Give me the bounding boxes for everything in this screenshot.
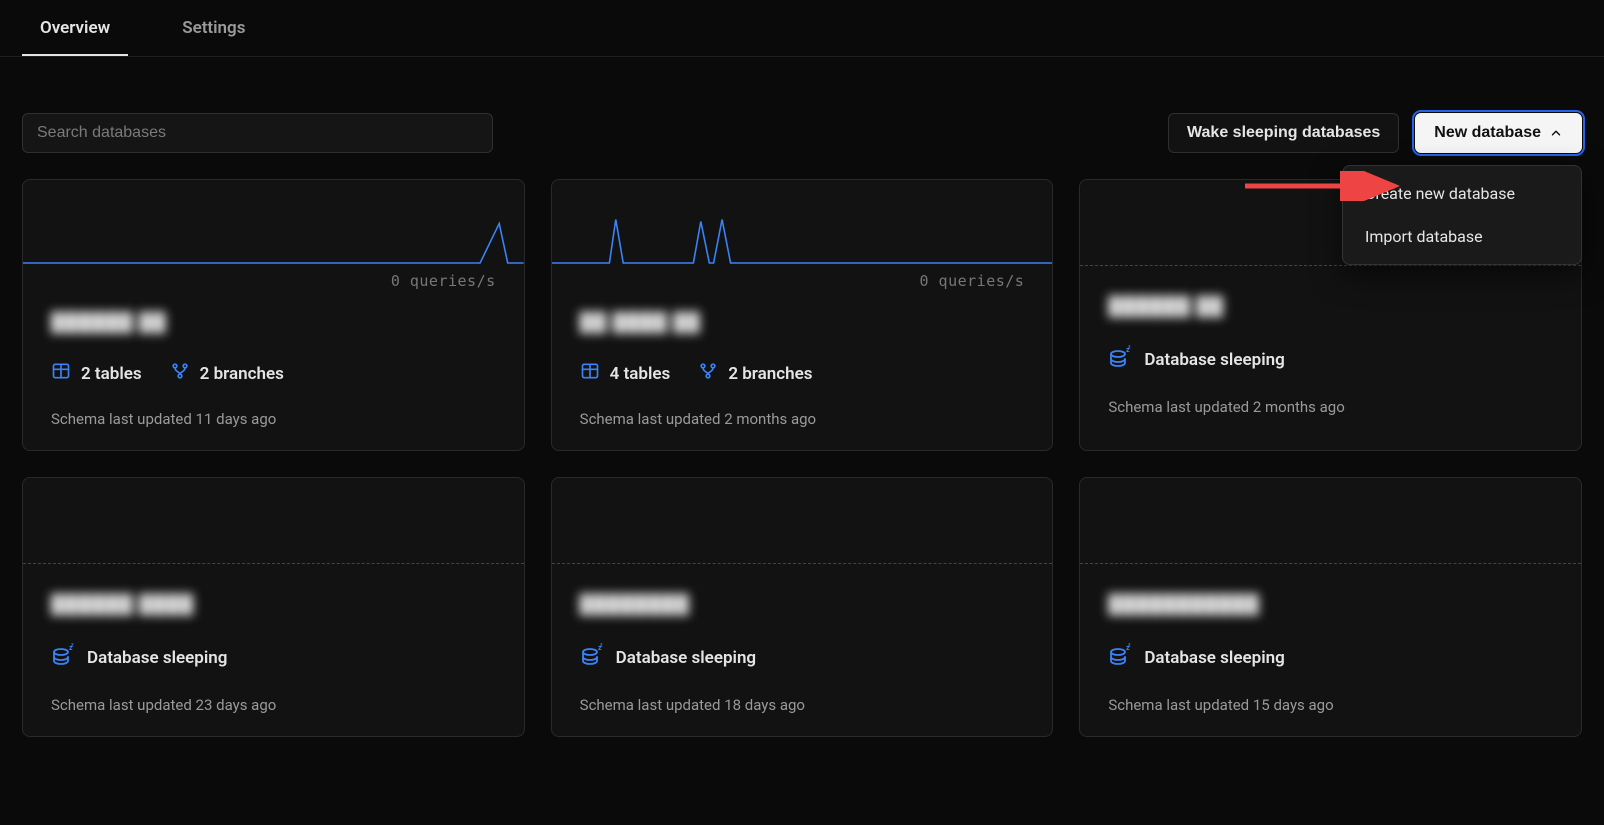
- database-sleeping-label: Database sleeping: [1144, 350, 1284, 370]
- database-sleeping-label: Database sleeping: [1144, 648, 1284, 668]
- database-card[interactable]: ███████████ z z Database sleeping Schema …: [1079, 477, 1582, 737]
- activity-sparkline-area: [552, 180, 1053, 266]
- database-sleeping-status: z z Database sleeping: [580, 643, 756, 672]
- database-card-body: ██████ ██ z z Database sleeping Schema la…: [1080, 266, 1581, 438]
- database-cards-grid: 0 queries/s██████ ██ 2 tables 2 branches…: [0, 179, 1604, 759]
- new-database-button-label: New database: [1434, 124, 1541, 142]
- chevron-up-icon: [1549, 126, 1563, 140]
- tables-count-label: 2 tables: [81, 364, 142, 384]
- schema-last-updated: Schema last updated 2 months ago: [580, 410, 1025, 428]
- database-sleeping-icon: z z: [580, 643, 604, 672]
- database-sleeping-icon: z z: [51, 643, 75, 672]
- database-sleeping-label: Database sleeping: [87, 648, 227, 668]
- database-card[interactable]: 0 queries/s██████ ██ 2 tables 2 branches…: [22, 179, 525, 451]
- database-name: ███████████: [1108, 594, 1553, 615]
- database-card-body: ██████ ██ 2 tables 2 branches Schema last…: [23, 266, 524, 450]
- tables-count-label: 4 tables: [610, 364, 671, 384]
- toolbar: Wake sleeping databases New database Cre…: [0, 57, 1604, 179]
- schema-last-updated: Schema last updated 15 days ago: [1108, 696, 1553, 714]
- svg-text:z: z: [71, 643, 74, 649]
- database-sleeping-status: z z Database sleeping: [51, 643, 227, 672]
- branch-icon: [170, 361, 190, 386]
- database-card[interactable]: 0 queries/s██ ████ ██ 4 tables 2 branche…: [551, 179, 1054, 451]
- database-meta-row: 2 tables 2 branches: [51, 361, 496, 386]
- database-meta-row: 4 tables 2 branches: [580, 361, 1025, 386]
- wake-sleeping-databases-button[interactable]: Wake sleeping databases: [1168, 113, 1399, 153]
- database-name: ██████ ██: [51, 312, 496, 333]
- branches-count: 2 branches: [698, 361, 812, 386]
- branches-count-label: 2 branches: [200, 364, 284, 384]
- database-sleeping-label: Database sleeping: [616, 648, 756, 668]
- activity-sparkline-area: [552, 478, 1053, 564]
- database-name: ██████ ████: [51, 594, 496, 615]
- activity-sparkline-area: [23, 478, 524, 564]
- tables-count: 2 tables: [51, 361, 142, 386]
- schema-last-updated: Schema last updated 2 months ago: [1108, 398, 1553, 416]
- database-name: ██████ ██: [1108, 296, 1553, 317]
- schema-last-updated: Schema last updated 11 days ago: [51, 410, 496, 428]
- branches-count-label: 2 branches: [728, 364, 812, 384]
- table-icon: [51, 361, 71, 386]
- database-sleeping-icon: z z: [1108, 345, 1132, 374]
- database-name: ████████: [580, 594, 1025, 615]
- table-icon: [580, 361, 600, 386]
- tab-settings[interactable]: Settings: [164, 0, 263, 56]
- tables-count: 4 tables: [580, 361, 671, 386]
- branches-count: 2 branches: [170, 361, 284, 386]
- dropdown-item-import-database[interactable]: Import database: [1349, 215, 1575, 258]
- database-card-body: ██ ████ ██ 4 tables 2 branches Schema las…: [552, 266, 1053, 450]
- svg-text:z: z: [1128, 643, 1131, 649]
- new-database-button[interactable]: New database: [1415, 113, 1582, 153]
- database-sleeping-status: z z Database sleeping: [1108, 345, 1284, 374]
- new-database-dropdown: Create new database Import database: [1342, 165, 1582, 265]
- sparkline: [552, 180, 1053, 265]
- database-card-body: ███████████ z z Database sleeping Schema …: [1080, 564, 1581, 736]
- database-sleeping-status: z z Database sleeping: [1108, 643, 1284, 672]
- database-card[interactable]: ██████ ████ z z Database sleeping Schema …: [22, 477, 525, 737]
- database-card-body: ██████ ████ z z Database sleeping Schema …: [23, 564, 524, 736]
- queries-per-second: 0 queries/s: [919, 272, 1024, 290]
- svg-text:z: z: [1128, 345, 1131, 351]
- database-sleeping-icon: z z: [1108, 643, 1132, 672]
- branch-icon: [698, 361, 718, 386]
- database-card-body: ████████ z z Database sleeping Schema las…: [552, 564, 1053, 736]
- svg-text:z: z: [600, 643, 603, 649]
- schema-last-updated: Schema last updated 18 days ago: [580, 696, 1025, 714]
- queries-per-second: 0 queries/s: [391, 272, 496, 290]
- tab-overview[interactable]: Overview: [22, 0, 128, 56]
- tab-bar: Overview Settings: [0, 0, 1604, 57]
- search-input[interactable]: [22, 113, 493, 153]
- activity-sparkline-area: [23, 180, 524, 266]
- schema-last-updated: Schema last updated 23 days ago: [51, 696, 496, 714]
- sparkline: [23, 180, 524, 265]
- database-name: ██ ████ ██: [580, 312, 1025, 333]
- dropdown-item-create-new-database[interactable]: Create new database: [1349, 172, 1575, 215]
- database-card[interactable]: ████████ z z Database sleeping Schema las…: [551, 477, 1054, 737]
- activity-sparkline-area: [1080, 478, 1581, 564]
